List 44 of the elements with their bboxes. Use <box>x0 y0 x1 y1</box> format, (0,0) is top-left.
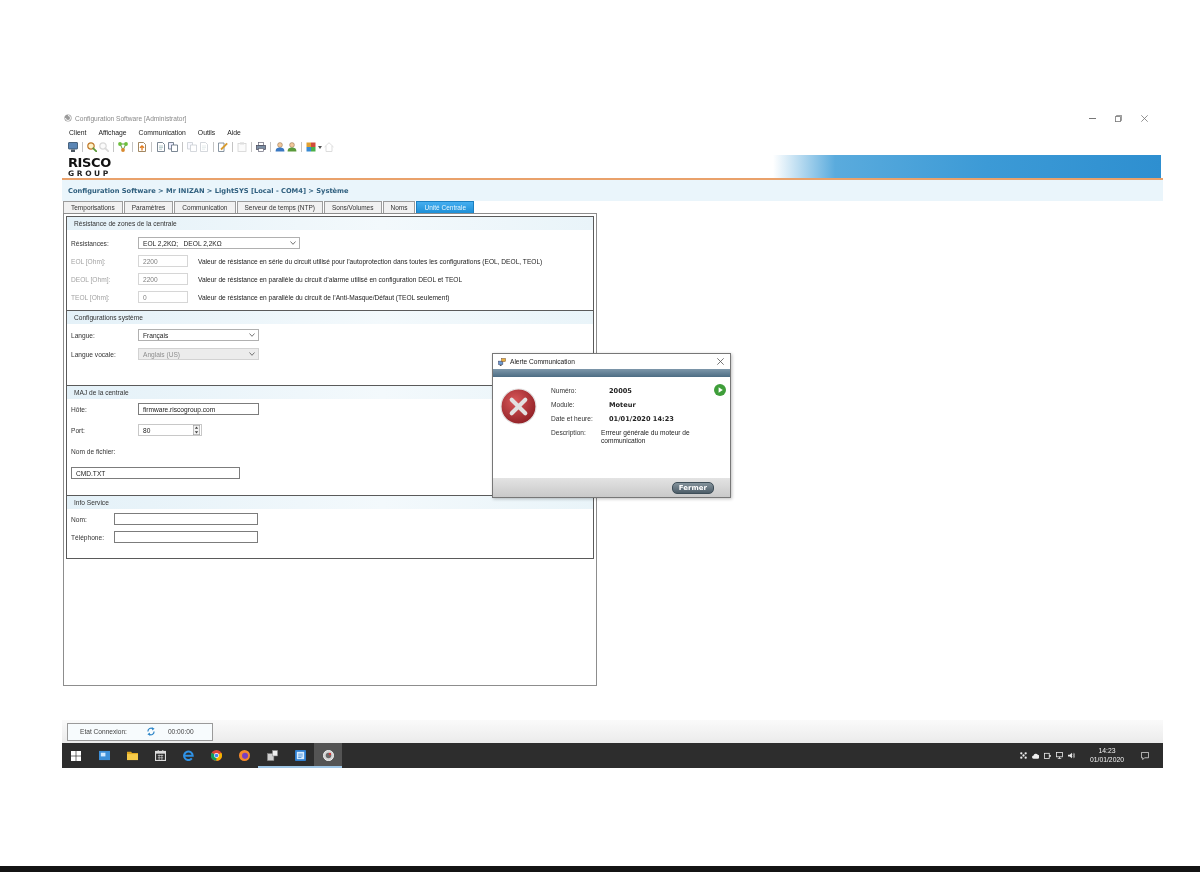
spinner-arrows-icon[interactable] <box>193 425 200 435</box>
logo-wordmark: RISCO <box>68 157 111 169</box>
printer-icon[interactable] <box>256 142 266 152</box>
cloud-icon[interactable] <box>1031 752 1039 759</box>
screen-icon <box>98 750 110 761</box>
windows-logo-icon[interactable] <box>71 750 81 761</box>
user-icon[interactable] <box>275 142 285 152</box>
folder-icon <box>126 750 138 761</box>
nodes-icon[interactable] <box>118 142 128 152</box>
document-arrow-icon[interactable] <box>137 142 147 152</box>
close-icon[interactable] <box>717 358 724 365</box>
minimize-icon[interactable] <box>1089 117 1096 119</box>
disc-icon <box>322 750 334 761</box>
browser-e-icon <box>182 750 194 761</box>
squares-icon <box>266 750 278 761</box>
sync-icon <box>146 727 155 736</box>
magnifier-icon[interactable] <box>87 142 97 152</box>
maximize-icon[interactable] <box>1115 114 1122 122</box>
play-icon[interactable] <box>714 384 726 396</box>
window-icon <box>294 750 306 761</box>
pencil-document-icon[interactable] <box>218 142 228 152</box>
close-icon[interactable] <box>1141 114 1148 122</box>
document-icon[interactable] <box>156 142 166 152</box>
app-logo-icon <box>64 114 72 122</box>
orb-icon <box>238 750 250 761</box>
text-field[interactable] <box>114 531 258 543</box>
tiles-icon[interactable] <box>306 142 316 152</box>
taskbar-button[interactable] <box>314 743 342 768</box>
caret-icon[interactable] <box>249 333 255 337</box>
caret-icon[interactable] <box>290 241 296 245</box>
notification-icon[interactable] <box>1141 751 1149 760</box>
caret-icon[interactable] <box>318 145 322 149</box>
monitor-icon[interactable] <box>68 142 78 152</box>
user-icon[interactable] <box>287 142 297 152</box>
monitor-icon[interactable] <box>1055 752 1063 759</box>
color-wheel-icon <box>210 750 222 761</box>
speaker-icon[interactable] <box>1067 752 1075 759</box>
text-field[interactable] <box>114 513 258 525</box>
error-icon <box>500 388 537 425</box>
screens-icon <box>498 357 506 366</box>
battery-icon[interactable] <box>1043 752 1051 759</box>
dots-icon[interactable] <box>1019 752 1027 759</box>
documents-icon[interactable] <box>168 142 178 152</box>
calendar-icon <box>154 750 166 761</box>
